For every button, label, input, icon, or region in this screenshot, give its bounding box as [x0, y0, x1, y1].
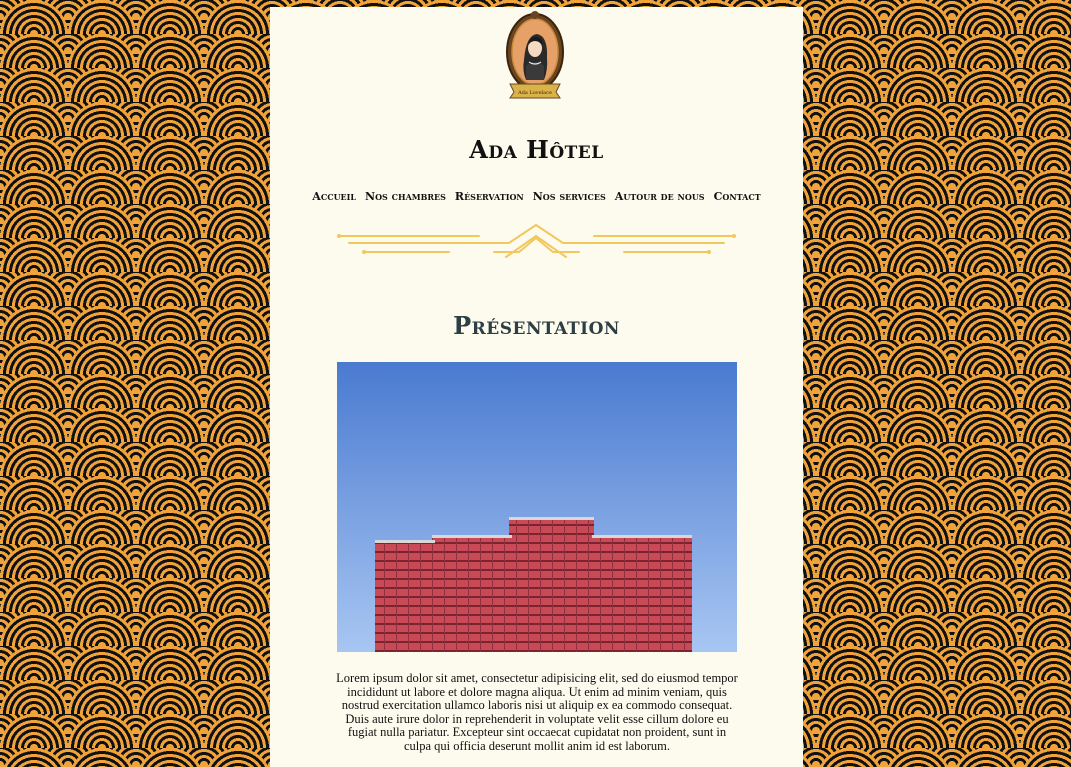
nav-item-nos-chambres[interactable]: Nos chambres — [365, 190, 446, 203]
main-content-panel: Ada Lovelace Ada Hôtel Accueil Nos chamb… — [270, 7, 803, 767]
section-title-presentation: Présentation — [453, 311, 620, 340]
nav-item-accueil[interactable]: Accueil — [312, 190, 356, 203]
ada-lovelace-logo[interactable]: Ada Lovelace — [504, 10, 566, 108]
site-title: Ada Hôtel — [469, 135, 604, 164]
main-nav: Accueil Nos chambres Réservation Nos ser… — [270, 190, 803, 203]
art-deco-divider — [337, 223, 736, 258]
presentation-paragraph: Lorem ipsum dolor sit amet, consectetur … — [336, 671, 738, 753]
nav-item-nos-services[interactable]: Nos services — [533, 190, 606, 203]
nav-item-contact[interactable]: Contact — [714, 190, 761, 203]
nav-item-autour-de-nous[interactable]: Autour de nous — [615, 190, 705, 203]
hotel-building-photo — [337, 362, 737, 652]
nav-item-reservation[interactable]: Réservation — [455, 190, 524, 203]
logo-caption: Ada Lovelace — [517, 90, 552, 96]
